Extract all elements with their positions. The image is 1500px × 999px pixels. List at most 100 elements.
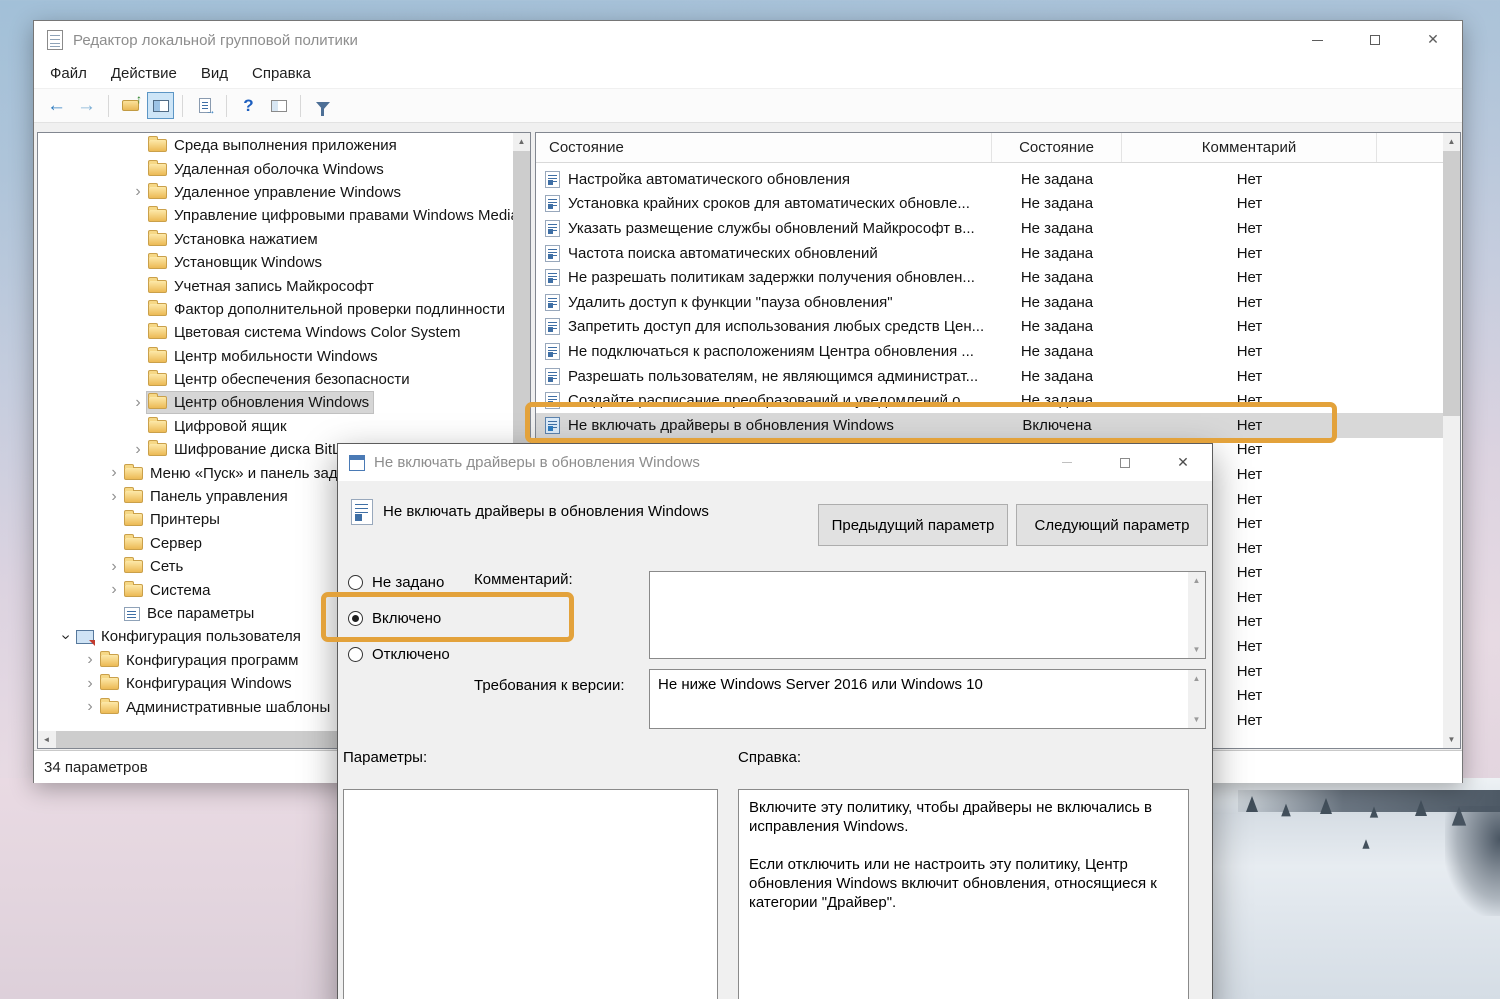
policy-icon [545, 195, 560, 213]
pine-tree [1320, 798, 1332, 814]
list-row[interactable]: Указать размещение службы обновлений Май… [536, 216, 1443, 241]
folder-icon [124, 533, 143, 550]
list-row[interactable]: Не разрешать политикам задержки получени… [536, 265, 1443, 290]
list-row[interactable]: Запретить доступ для использования любых… [536, 315, 1443, 340]
chevron-right-icon[interactable] [105, 578, 123, 601]
tree-item-content: Удаленная оболочка Windows [147, 159, 388, 180]
policy-icon [545, 416, 560, 434]
scroll-up-button[interactable] [1443, 133, 1460, 150]
toolbar-help-button[interactable] [235, 92, 262, 119]
policy-name-cell: Частота поиска автоматических обновлений [536, 244, 992, 262]
list-row[interactable]: Не подключаться к расположениям Центра о… [536, 339, 1443, 364]
scroll-up-button[interactable] [513, 133, 530, 150]
policy-state-cell: Не задана [1020, 342, 1094, 360]
column-header-comment[interactable]: Комментарий [1122, 133, 1377, 162]
radio-disabled[interactable]: Отключено [348, 643, 450, 665]
list-row[interactable]: Не включать драйверы в обновления Window… [536, 412, 1443, 438]
comment-textarea[interactable] [650, 572, 1188, 658]
scroll-up-button[interactable] [1188, 670, 1205, 687]
pine-tree [1369, 806, 1379, 818]
tree-item[interactable]: Учетная запись Майкрософт [38, 274, 513, 297]
version-scrollbar[interactable] [1188, 670, 1205, 728]
list-vertical-scrollbar[interactable] [1443, 133, 1460, 748]
radio-enabled[interactable]: Включено [348, 607, 441, 629]
scroll-down-button[interactable] [1443, 731, 1460, 748]
policy-name: Не включать драйверы в обновления Window… [383, 503, 709, 520]
radio-button-icon [348, 646, 363, 662]
scroll-left-button[interactable] [38, 731, 55, 748]
tree-item-content: Центр мобильности Windows [147, 346, 382, 367]
tree-item-label: Конфигурация Windows [126, 675, 292, 693]
toolbar-console-tree-button[interactable] [147, 92, 174, 119]
folder-icon [148, 206, 167, 223]
tree-item[interactable]: Центр обновления Windows [38, 391, 513, 415]
chevron-right-icon[interactable] [105, 485, 123, 508]
previous-setting-button[interactable]: Предыдущий параметр [818, 504, 1008, 546]
column-header-setting[interactable]: Состояние [536, 133, 992, 162]
maximize-button[interactable] [1346, 21, 1404, 59]
tree-item[interactable]: Центр обеспечения безопасности [38, 368, 513, 391]
pine-tree [1362, 839, 1370, 849]
chevron-down-icon[interactable] [57, 625, 75, 648]
menu-file[interactable]: Файл [38, 61, 99, 86]
dialog-minimize-button[interactable] [1038, 444, 1096, 481]
console-tree-icon [152, 99, 169, 112]
chevron-right-icon[interactable] [105, 555, 123, 578]
toolbar-export-list-button[interactable] [191, 92, 218, 119]
policy-name-cell: Установка крайних сроков для автоматичес… [536, 195, 992, 213]
tree-item[interactable]: Цифровой ящик [38, 415, 513, 438]
tree-item[interactable]: Управление цифровыми правами Windows Med… [38, 204, 513, 227]
dialog-maximize-button[interactable] [1096, 444, 1154, 481]
toolbar-back-button[interactable] [43, 92, 70, 119]
tree-item[interactable]: Центр мобильности Windows [38, 345, 513, 368]
tree-item[interactable]: Удаленная оболочка Windows [38, 157, 513, 180]
menu-view[interactable]: Вид [189, 61, 240, 86]
list-row[interactable]: Создайте расписание преобразований и уве… [536, 388, 1443, 413]
tree-item[interactable]: Фактор дополнительной проверки подлиннос… [38, 298, 513, 321]
minimize-button[interactable] [1288, 21, 1346, 59]
toolbar-forward-button[interactable] [73, 92, 100, 119]
column-header-state[interactable]: Состояние [992, 133, 1122, 162]
tree-item[interactable]: Установка нажатием [38, 228, 513, 251]
policy-state-cell: Не задана [1020, 269, 1094, 287]
chevron-right-icon[interactable] [129, 391, 147, 414]
chevron-right-icon[interactable] [129, 438, 147, 461]
tree-item[interactable]: Установщик Windows [38, 251, 513, 274]
chevron-right-icon[interactable] [105, 461, 123, 484]
tree-item-content: Центр обеспечения безопасности [147, 369, 414, 390]
tree-item-content: Удаленное управление Windows [147, 182, 405, 203]
menu-action[interactable]: Действие [99, 61, 189, 86]
list-row[interactable]: Разрешать пользователям, не являющимся а… [536, 364, 1443, 389]
menu-help[interactable]: Справка [240, 61, 323, 86]
tree-item[interactable]: Среда выполнения приложения [38, 134, 513, 157]
scroll-down-button[interactable] [1188, 641, 1205, 658]
chevron-right-icon[interactable] [129, 181, 147, 204]
toolbar-panes-button[interactable] [265, 92, 292, 119]
scroll-up-button[interactable] [1188, 572, 1205, 589]
comment-scrollbar[interactable] [1188, 572, 1205, 658]
tree-item-label: Учетная запись Майкрософт [174, 277, 374, 295]
scroll-down-button[interactable] [1188, 711, 1205, 728]
policy-comment-cell: Нет [1236, 367, 1263, 385]
chevron-right-icon[interactable] [81, 695, 99, 718]
list-row[interactable]: Установка крайних сроков для автоматичес… [536, 192, 1443, 217]
radio-label: Не задано [372, 573, 445, 591]
tree-item[interactable]: Удаленное управление Windows [38, 181, 513, 204]
chevron-right-icon[interactable] [81, 649, 99, 672]
radio-not-configured[interactable]: Не задано [348, 571, 444, 593]
scrollbar-thumb[interactable] [1443, 151, 1460, 416]
toolbar-filter-button[interactable] [309, 92, 336, 119]
toolbar-up-button[interactable] [117, 92, 144, 119]
close-button[interactable] [1404, 21, 1462, 59]
tree-item[interactable]: Цветовая система Windows Color System [38, 321, 513, 344]
list-row[interactable]: Частота поиска автоматических обновлений… [536, 241, 1443, 266]
dialog-close-button[interactable] [1154, 444, 1212, 481]
list-row[interactable]: Настройка автоматического обновления Не з… [536, 167, 1443, 192]
tree-item-label: Центр обеспечения безопасности [174, 371, 410, 389]
list-row[interactable]: Удалить доступ к функции "пауза обновлен… [536, 290, 1443, 315]
chevron-right-icon[interactable] [81, 672, 99, 695]
export-list-icon [198, 98, 216, 117]
next-setting-button[interactable]: Следующий параметр [1016, 504, 1208, 546]
